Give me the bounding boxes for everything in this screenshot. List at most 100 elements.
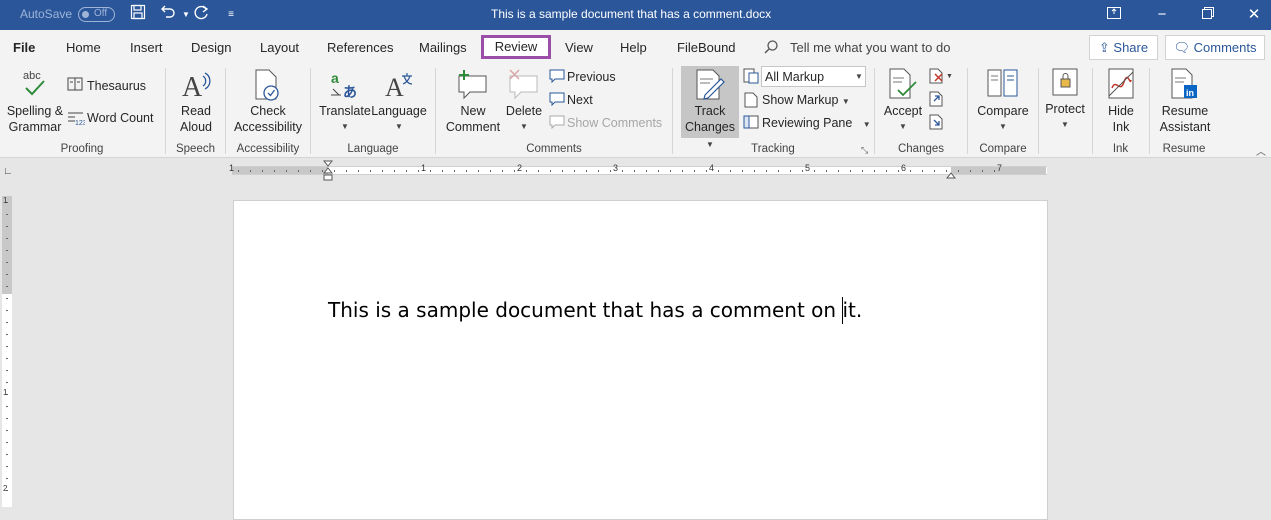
word-count-icon: 123 bbox=[67, 110, 87, 129]
spelling-grammar-button[interactable]: Spelling & Grammar bbox=[4, 103, 66, 135]
svg-text:in: in bbox=[1186, 88, 1194, 98]
new-comment-label-1: New bbox=[460, 104, 486, 118]
next-comment-button[interactable]: Next bbox=[567, 92, 593, 108]
delete-comment-icon bbox=[507, 68, 539, 103]
customize-toolbar-icon[interactable]: ≡ bbox=[219, 4, 243, 26]
compare-icon bbox=[987, 68, 1019, 103]
autosave-toggle[interactable]: Off bbox=[78, 7, 115, 22]
show-markup-button[interactable]: Show Markup ▼ bbox=[762, 92, 850, 110]
collapse-ribbon-icon[interactable]: ︿ bbox=[1256, 143, 1266, 158]
minimize-icon[interactable]: − bbox=[1150, 4, 1174, 26]
ruler-tick bbox=[742, 170, 743, 172]
tab-help[interactable]: Help bbox=[620, 40, 647, 55]
protect-caret-icon: ▼ bbox=[1061, 120, 1069, 129]
vruler-tick bbox=[6, 334, 8, 335]
new-comment-button[interactable]: New Comment bbox=[441, 103, 505, 135]
spelling-icon: abc bbox=[21, 68, 49, 101]
resume-label-2: Assistant bbox=[1159, 120, 1211, 134]
share-label: Share bbox=[1113, 40, 1149, 55]
restore-icon[interactable] bbox=[1196, 4, 1220, 26]
track-changes-button[interactable]: Track Changes ▼ bbox=[681, 66, 739, 149]
comments-button[interactable]: 🗨 Comments bbox=[1165, 35, 1265, 60]
ruler-tick bbox=[766, 170, 767, 172]
protect-button[interactable]: Protect ▼ bbox=[1040, 101, 1090, 133]
tab-filebound[interactable]: FileBound bbox=[677, 40, 736, 55]
read-aloud-button[interactable]: Read Aloud bbox=[170, 103, 222, 135]
tab-insert[interactable]: Insert bbox=[130, 40, 163, 55]
ruler-left-margin bbox=[232, 167, 328, 174]
vertical-ruler[interactable] bbox=[2, 196, 12, 507]
tab-view[interactable]: View bbox=[565, 40, 593, 55]
tab-layout[interactable]: Layout bbox=[260, 40, 299, 55]
lightbulb-search-icon[interactable] bbox=[763, 39, 779, 58]
tab-design[interactable]: Design bbox=[191, 40, 231, 55]
right-indent-marker-icon[interactable] bbox=[945, 167, 957, 182]
translate-caret-icon: ▼ bbox=[341, 122, 349, 131]
resume-assistant-button[interactable]: Resume Assistant bbox=[1153, 103, 1217, 135]
ruler-number: 1 bbox=[229, 163, 235, 173]
close-icon[interactable]: ✕ bbox=[1242, 4, 1266, 26]
ribbon-display-options-icon[interactable] bbox=[1102, 4, 1126, 26]
vruler-tick bbox=[6, 358, 8, 359]
ruler-number: 5 bbox=[805, 163, 811, 173]
ruler-number: 6 bbox=[901, 163, 907, 173]
tab-review[interactable]: Review bbox=[481, 35, 551, 59]
ruler-tick bbox=[622, 170, 623, 172]
vruler-tick bbox=[6, 310, 8, 311]
group-divider bbox=[672, 68, 673, 154]
resume-assistant-icon: in bbox=[1170, 68, 1200, 103]
share-button[interactable]: ⇪ Share bbox=[1089, 35, 1158, 60]
markup-select[interactable]: All Markup ▼ bbox=[761, 66, 866, 87]
ruler-tick bbox=[886, 170, 887, 172]
comments-group-label: Comments bbox=[526, 143, 582, 155]
ruler-tick bbox=[502, 170, 503, 172]
indent-marker-icon[interactable] bbox=[322, 160, 334, 185]
tab-selector-icon[interactable]: ∟ bbox=[3, 166, 13, 177]
redo-icon[interactable] bbox=[190, 4, 214, 26]
language-group-label: Language bbox=[347, 143, 399, 155]
tell-me-search[interactable]: Tell me what you want to do bbox=[790, 40, 950, 55]
tab-mailings[interactable]: Mailings bbox=[419, 40, 467, 55]
compare-button[interactable]: Compare ▼ bbox=[973, 103, 1033, 135]
horizontal-ruler[interactable] bbox=[232, 166, 1047, 175]
reviewing-pane-button[interactable]: Reviewing Pane ▼ bbox=[762, 115, 871, 133]
document-text[interactable]: This is a sample document that has a com… bbox=[328, 298, 862, 322]
language-button[interactable]: Language ▼ bbox=[371, 103, 427, 135]
hide-ink-button[interactable]: Hide Ink bbox=[1096, 103, 1146, 135]
translate-label: Translate bbox=[319, 104, 371, 118]
thesaurus-button[interactable]: Thesaurus bbox=[87, 78, 146, 94]
tracking-dialog-launcher-icon[interactable]: ⤡ bbox=[861, 145, 868, 156]
new-comment-label-2: Comment bbox=[445, 120, 501, 134]
delete-comment-button[interactable]: Delete ▼ bbox=[502, 103, 546, 135]
ruler-tick bbox=[250, 170, 251, 172]
accept-button[interactable]: Accept ▼ bbox=[880, 103, 926, 135]
previous-comment-button[interactable]: Previous bbox=[567, 69, 616, 85]
read-aloud-icon: A bbox=[181, 70, 211, 103]
proofing-group-label: Proofing bbox=[60, 143, 104, 155]
hide-ink-label-2: Ink bbox=[1112, 120, 1130, 134]
previous-change-icon[interactable] bbox=[929, 91, 945, 110]
next-change-icon[interactable] bbox=[929, 114, 945, 133]
group-divider bbox=[310, 68, 311, 154]
tab-file[interactable]: File bbox=[13, 40, 35, 55]
tab-references[interactable]: References bbox=[327, 40, 393, 55]
group-divider bbox=[165, 68, 166, 154]
reject-icon[interactable]: ▼ bbox=[929, 68, 953, 87]
ruler-tick bbox=[850, 170, 851, 172]
ruler-tick bbox=[598, 170, 599, 172]
save-icon[interactable] bbox=[126, 4, 150, 26]
vruler-number: 2 bbox=[3, 484, 8, 493]
vruler-tick bbox=[6, 478, 8, 479]
document-page[interactable] bbox=[233, 200, 1048, 520]
group-divider bbox=[225, 68, 226, 154]
check-accessibility-button[interactable]: Check Accessibility bbox=[231, 103, 305, 135]
tab-home[interactable]: Home bbox=[66, 40, 101, 55]
ruler-tick bbox=[682, 170, 683, 172]
ruler-tick bbox=[718, 170, 719, 172]
ruler-tick bbox=[262, 170, 263, 172]
word-count-button[interactable]: Word Count bbox=[87, 110, 153, 126]
reviewing-pane-icon bbox=[743, 115, 759, 132]
ruler-tick bbox=[394, 170, 395, 172]
show-comments-button[interactable]: Show Comments bbox=[567, 115, 662, 131]
translate-button[interactable]: Translate ▼ bbox=[318, 103, 372, 135]
